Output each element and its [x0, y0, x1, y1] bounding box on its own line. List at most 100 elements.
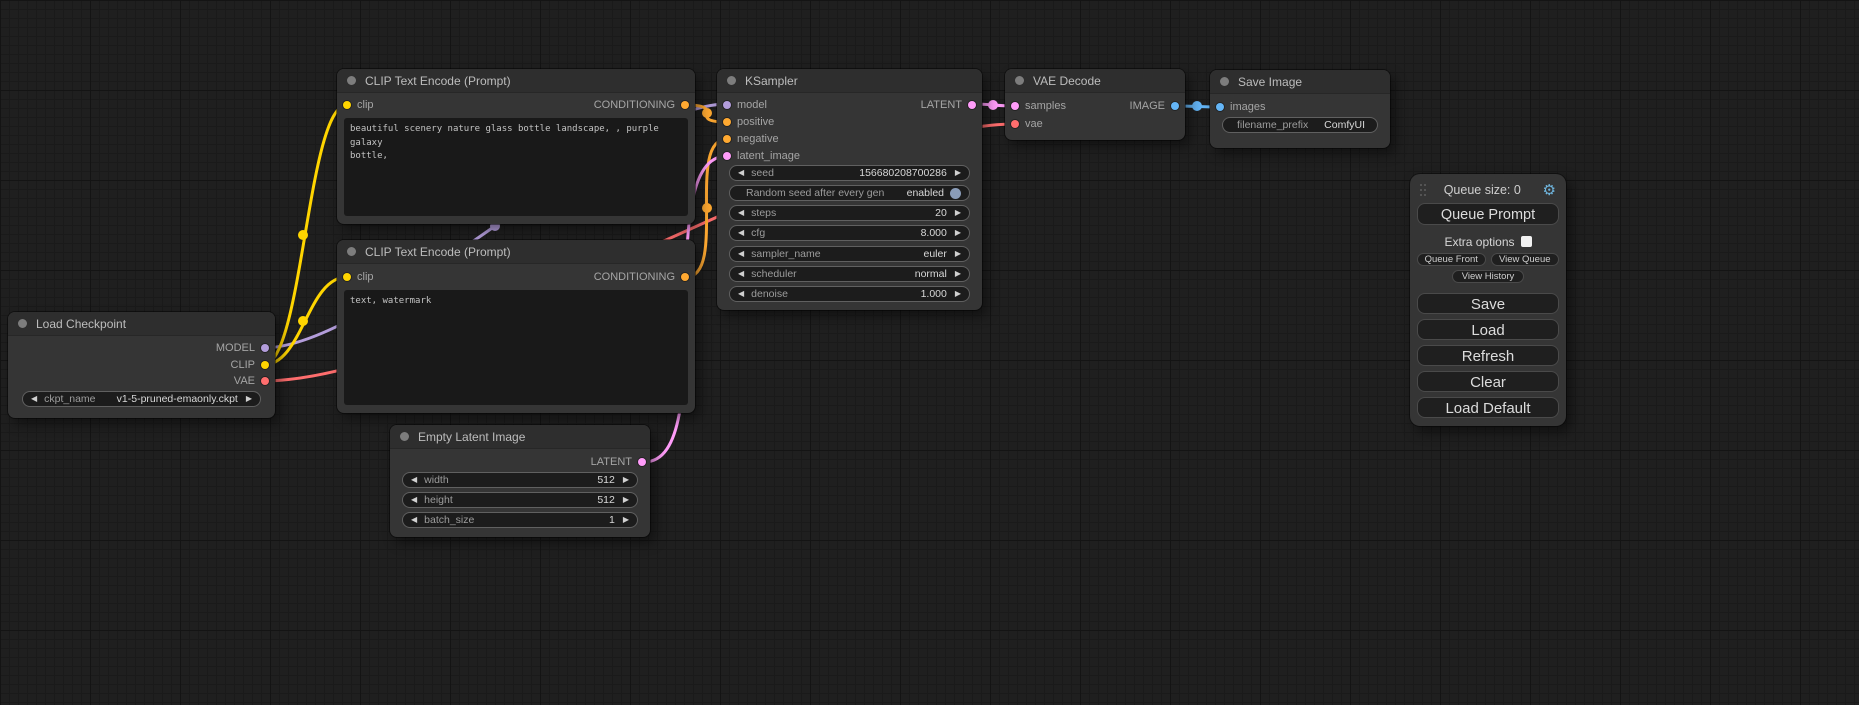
input-slot-negative[interactable]: negative: [723, 131, 779, 147]
model-slot-dot[interactable]: [723, 101, 731, 109]
load-button[interactable]: Load: [1417, 319, 1559, 340]
node-load-checkpoint[interactable]: Load Checkpoint MODEL CLIP VAE ckpt_name…: [8, 312, 275, 418]
input-slot-clip[interactable]: clip: [343, 97, 374, 113]
vae-slot-dot[interactable]: [1011, 120, 1019, 128]
input-slot-images[interactable]: images: [1216, 99, 1265, 115]
stepper-left-icon[interactable]: [411, 496, 417, 504]
node-title-bar[interactable]: Empty Latent Image: [390, 425, 650, 449]
clip-slot-dot[interactable]: [343, 101, 351, 109]
negative-prompt-textarea[interactable]: text, watermark: [344, 290, 688, 405]
latent-slot-dot[interactable]: [638, 458, 646, 466]
input-slot-positive[interactable]: positive: [723, 114, 774, 130]
settings-gear-icon[interactable]: [1543, 183, 1556, 198]
stepper-left-icon[interactable]: [411, 516, 417, 524]
batch-size-widget[interactable]: batch_size 1: [402, 512, 638, 528]
node-collapse-dot[interactable]: [727, 76, 736, 85]
node-title-bar[interactable]: CLIP Text Encode (Prompt): [337, 240, 695, 264]
conditioning-slot-dot[interactable]: [723, 118, 731, 126]
stepper-left-icon[interactable]: [738, 169, 744, 177]
stepper-right-icon[interactable]: [955, 169, 961, 177]
link-midpoint-dot[interactable]: [988, 100, 998, 110]
conditioning-slot-dot[interactable]: [681, 273, 689, 281]
sampler-name-widget[interactable]: sampler_name euler: [729, 246, 970, 262]
output-slot-model[interactable]: MODEL: [216, 340, 269, 356]
node-collapse-dot[interactable]: [400, 432, 409, 441]
random-seed-toggle-widget[interactable]: Random seed after every gen enabled: [729, 185, 970, 201]
node-title-bar[interactable]: KSampler: [717, 69, 982, 93]
image-slot-dot[interactable]: [1171, 102, 1179, 110]
stepper-right-icon[interactable]: [955, 209, 961, 217]
clear-button[interactable]: Clear: [1417, 371, 1559, 392]
node-collapse-dot[interactable]: [1220, 77, 1229, 86]
stepper-right-icon[interactable]: [623, 516, 629, 524]
stepper-right-icon[interactable]: [623, 476, 629, 484]
node-collapse-dot[interactable]: [18, 319, 27, 328]
node-ksampler[interactable]: KSampler model positive negative latent_…: [717, 69, 982, 310]
link-midpoint-dot[interactable]: [702, 203, 712, 213]
node-collapse-dot[interactable]: [347, 76, 356, 85]
save-button[interactable]: Save: [1417, 293, 1559, 314]
node-title-bar[interactable]: Save Image: [1210, 70, 1390, 94]
stepper-left-icon[interactable]: [738, 209, 744, 217]
stepper-left-icon[interactable]: [31, 395, 37, 403]
stepper-right-icon[interactable]: [246, 395, 252, 403]
cfg-widget[interactable]: cfg 8.000: [729, 225, 970, 241]
output-slot-vae[interactable]: VAE: [234, 373, 269, 389]
input-slot-vae[interactable]: vae: [1011, 116, 1043, 132]
steps-widget[interactable]: steps 20: [729, 205, 970, 221]
output-slot-conditioning[interactable]: CONDITIONING: [594, 97, 689, 113]
stepper-left-icon[interactable]: [738, 229, 744, 237]
stepper-right-icon[interactable]: [955, 290, 961, 298]
node-title-bar[interactable]: VAE Decode: [1005, 69, 1185, 93]
filename-prefix-widget[interactable]: filename_prefix ComfyUI: [1222, 117, 1378, 133]
height-widget[interactable]: height 512: [402, 492, 638, 508]
load-default-button[interactable]: Load Default: [1417, 397, 1559, 418]
queue-front-button[interactable]: Queue Front: [1417, 253, 1486, 266]
link-midpoint-dot[interactable]: [298, 230, 308, 240]
clip-slot-dot[interactable]: [343, 273, 351, 281]
width-widget[interactable]: width 512: [402, 472, 638, 488]
node-title-bar[interactable]: CLIP Text Encode (Prompt): [337, 69, 695, 93]
vae-slot-dot[interactable]: [261, 377, 269, 385]
view-queue-button[interactable]: View Queue: [1491, 253, 1560, 266]
conditioning-slot-dot[interactable]: [723, 135, 731, 143]
clip-slot-dot[interactable]: [261, 361, 269, 369]
queue-menu-panel[interactable]: Queue size: 0 Queue Prompt Extra options…: [1410, 174, 1566, 426]
input-slot-latent-image[interactable]: latent_image: [723, 148, 800, 164]
toggle-enabled-icon[interactable]: [950, 188, 961, 199]
link-midpoint-dot[interactable]: [1192, 101, 1202, 111]
input-slot-model[interactable]: model: [723, 97, 767, 113]
stepper-right-icon[interactable]: [955, 270, 961, 278]
stepper-right-icon[interactable]: [955, 229, 961, 237]
latent-slot-dot[interactable]: [723, 152, 731, 160]
link-midpoint-dot[interactable]: [702, 108, 712, 118]
positive-prompt-textarea[interactable]: beautiful scenery nature glass bottle la…: [344, 118, 688, 216]
conditioning-slot-dot[interactable]: [681, 101, 689, 109]
output-slot-clip[interactable]: CLIP: [231, 357, 269, 373]
image-slot-dot[interactable]: [1216, 103, 1224, 111]
node-empty-latent-image[interactable]: Empty Latent Image LATENT width 512 heig…: [390, 425, 650, 537]
output-slot-image[interactable]: IMAGE: [1130, 98, 1179, 114]
node-clip-text-encode-positive[interactable]: CLIP Text Encode (Prompt) clip CONDITION…: [337, 69, 695, 224]
node-collapse-dot[interactable]: [347, 247, 356, 256]
stepper-right-icon[interactable]: [623, 496, 629, 504]
stepper-left-icon[interactable]: [411, 476, 417, 484]
node-title-bar[interactable]: Load Checkpoint: [8, 312, 275, 336]
node-graph-canvas[interactable]: Load Checkpoint MODEL CLIP VAE ckpt_name…: [0, 0, 1859, 705]
node-vae-decode[interactable]: VAE Decode samples vae IMAGE: [1005, 69, 1185, 140]
refresh-button[interactable]: Refresh: [1417, 345, 1559, 366]
output-slot-conditioning[interactable]: CONDITIONING: [594, 269, 689, 285]
view-history-button[interactable]: View History: [1452, 270, 1524, 283]
queue-prompt-button[interactable]: Queue Prompt: [1417, 203, 1559, 225]
stepper-left-icon[interactable]: [738, 290, 744, 298]
input-slot-samples[interactable]: samples: [1011, 98, 1066, 114]
node-collapse-dot[interactable]: [1015, 76, 1024, 85]
output-slot-latent[interactable]: LATENT: [591, 454, 646, 470]
latent-slot-dot[interactable]: [1011, 102, 1019, 110]
seed-widget[interactable]: seed 156680208700286: [729, 165, 970, 181]
stepper-right-icon[interactable]: [955, 250, 961, 258]
denoise-widget[interactable]: denoise 1.000: [729, 286, 970, 302]
stepper-left-icon[interactable]: [738, 270, 744, 278]
latent-slot-dot[interactable]: [968, 101, 976, 109]
scheduler-widget[interactable]: scheduler normal: [729, 266, 970, 282]
